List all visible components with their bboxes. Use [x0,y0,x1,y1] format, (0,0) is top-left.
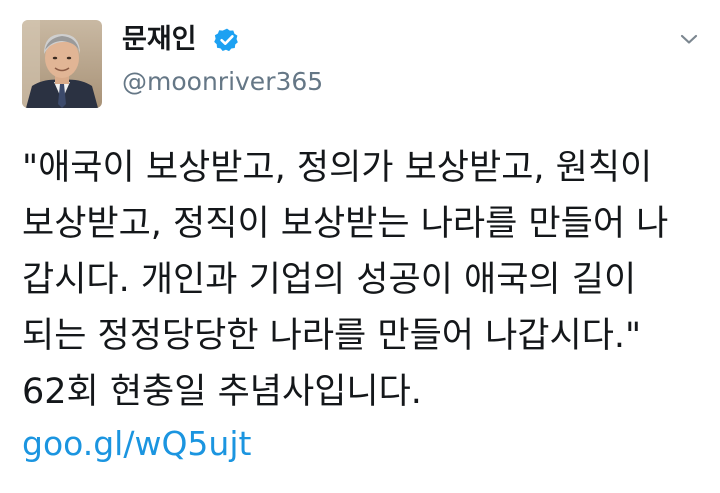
tweet-card: 문재인 @moonriver365 "애국이 보상받고, 정의가 보상받고, 원… [0,0,720,493]
author-handle[interactable]: @moonriver365 [122,66,323,98]
author-display-name[interactable]: 문재인 [122,24,197,56]
tweet-body: "애국이 보상받고, 정의가 보상받고, 원칙이 보상받고, 정직이 보상받는 … [22,140,702,420]
tweet-text-line: 보상받고, 정직이 보상받는 나라를 만들어 나 [22,204,669,244]
author-avatar[interactable] [22,20,102,108]
tweet-text-line: "애국이 보상받고, 정의가 보상받고, 원칙이 [22,148,653,188]
verified-badge-icon [214,28,238,52]
tweet-text-line: 되는 정정당당한 나라를 만들어 나갑시다." [22,316,642,356]
tweet-text-line: 갑시다. 개인과 기업의 성공이 애국의 길이 [22,260,637,300]
avatar-photo [22,20,102,108]
tweet-text-line: 62회 현충일 추념사입니다. [22,372,422,412]
tweet-short-link[interactable]: goo.gl/wQ5ujt [22,420,251,468]
chevron-down-icon[interactable] [676,30,702,48]
